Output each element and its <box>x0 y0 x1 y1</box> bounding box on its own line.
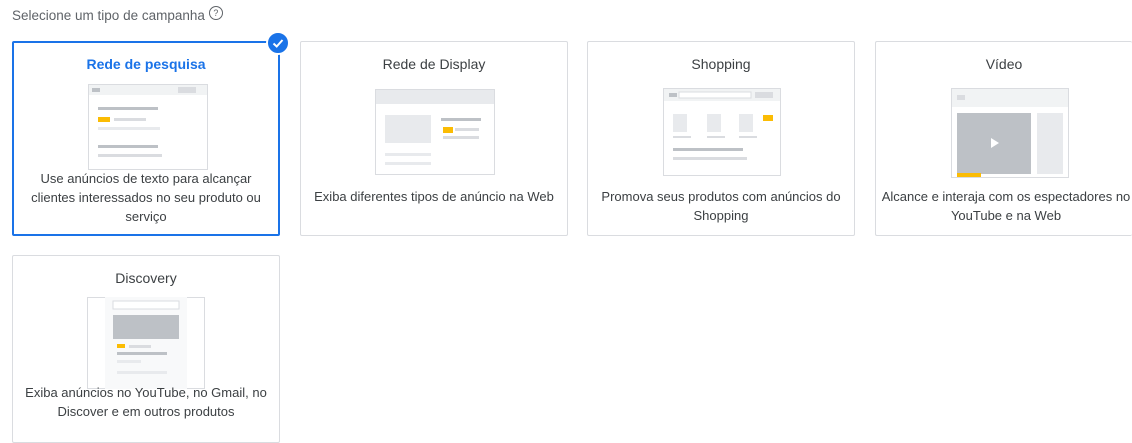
card-description: Exiba anúncios no YouTube, no Gmail, no … <box>25 385 267 419</box>
campaign-card-display[interactable]: Rede de Display Exiba diferentes tipos d… <box>300 41 568 236</box>
card-description: Use anúncios de texto para alcançar clie… <box>31 171 261 224</box>
card-description: Alcance e interaja com os espectadores n… <box>881 189 1131 223</box>
page-header: Selecione um tipo de campanha ? <box>12 5 223 23</box>
card-description: Exiba diferentes tipos de anúncio na Web <box>314 189 554 204</box>
video-ad-illustration <box>951 88 1069 178</box>
card-title: Rede de pesquisa <box>86 56 206 72</box>
campaign-card-video[interactable]: Vídeo Alcance e interaja com os espectad… <box>875 41 1132 236</box>
card-title: Vídeo <box>985 56 1023 72</box>
card-title: Discovery <box>115 270 177 286</box>
campaign-card-shopping[interactable]: Shopping Promova seus produtos com anúnc… <box>587 41 855 236</box>
card-description: Promova seus produtos com anúncios do Sh… <box>601 189 841 223</box>
card-title: Shopping <box>691 56 751 72</box>
card-title: Rede de Display <box>382 56 486 72</box>
help-circle-icon[interactable]: ? <box>208 5 223 20</box>
display-ad-illustration <box>375 89 495 175</box>
campaign-card-discovery[interactable]: Discovery Exiba anúncios no YouTube, no … <box>12 255 280 443</box>
campaign-card-search[interactable]: Rede de pesquisa Use anúncios de texto p… <box>12 41 280 236</box>
selected-check-icon <box>266 31 290 55</box>
shopping-ad-illustration <box>663 88 781 176</box>
search-ad-illustration <box>88 84 208 170</box>
page-title: Selecione um tipo de campanha <box>12 8 205 23</box>
discovery-ad-illustration <box>87 297 205 389</box>
